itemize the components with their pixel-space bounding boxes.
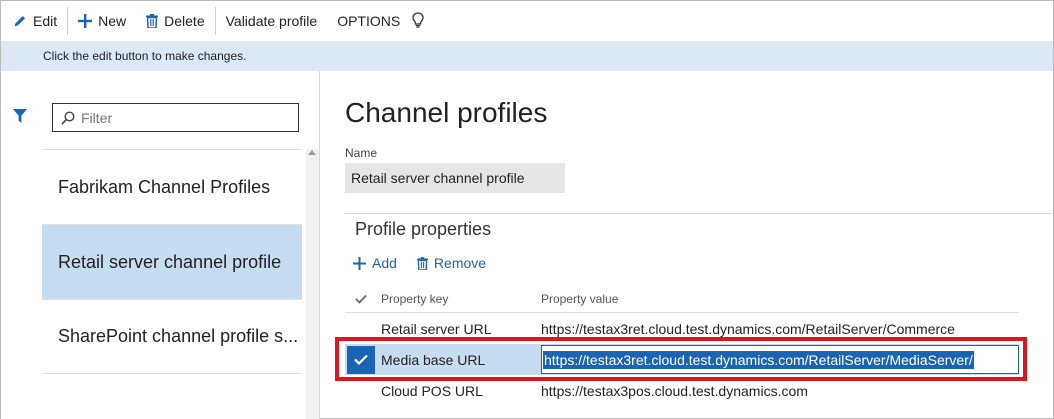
validate-profile-label: Validate profile xyxy=(225,13,318,29)
select-all-check-icon[interactable] xyxy=(345,294,377,304)
grid-header: Property key Property value xyxy=(345,285,1019,313)
action-pane: Edit New Delete Validate profile OPTIONS xyxy=(1,1,1053,41)
property-value-cell[interactable]: https://testax3pos.cloud.test.dynamics.c… xyxy=(541,383,1019,399)
filter-input[interactable] xyxy=(81,109,281,126)
list-item-label: Fabrikam Channel Profiles xyxy=(58,176,271,197)
delete-label: Delete xyxy=(164,13,205,29)
scroll-up-arrow-icon[interactable] xyxy=(308,150,316,155)
property-value-cell[interactable]: https://testax3ret.cloud.test.dynamics.c… xyxy=(541,321,1019,337)
property-key-cell[interactable]: Media base URL xyxy=(377,352,541,368)
delete-button[interactable]: Delete xyxy=(136,1,214,41)
profile-properties-header[interactable]: Profile properties xyxy=(355,219,491,240)
options-tab[interactable]: OPTIONS xyxy=(327,1,410,41)
name-field[interactable]: Retail server channel profile xyxy=(345,163,565,193)
list-item-label: SharePoint channel profile s... xyxy=(58,326,299,346)
options-label: OPTIONS xyxy=(337,13,401,29)
list-scrollbar[interactable] xyxy=(306,149,319,419)
table-row[interactable]: Retail server URL https://testax3ret.clo… xyxy=(345,313,1019,344)
new-button[interactable]: New xyxy=(68,1,136,41)
remove-button[interactable]: Remove xyxy=(416,255,487,271)
validate-profile-button[interactable]: Validate profile xyxy=(216,1,328,41)
filter-field[interactable] xyxy=(52,103,299,132)
grid-toolbar: Add Remove xyxy=(353,255,506,271)
plus-icon xyxy=(353,256,366,270)
page-title: Channel profiles xyxy=(345,97,548,128)
profile-list: Fabrikam Channel Profiles Retail server … xyxy=(42,149,302,374)
pencil-icon xyxy=(13,14,27,28)
property-value-input[interactable]: https://testax3ret.cloud.test.dynamics.c… xyxy=(541,345,1019,374)
list-item-label: Retail server channel profile xyxy=(58,251,282,272)
table-row[interactable]: Cloud POS URL https://testax3pos.cloud.t… xyxy=(345,375,1019,406)
list-item[interactable]: SharePoint channel profile s... xyxy=(42,299,302,374)
list-item[interactable]: Retail server channel profile xyxy=(42,224,302,299)
property-value-text: https://testax3ret.cloud.test.dynamics.c… xyxy=(543,350,974,369)
property-key-cell[interactable]: Cloud POS URL xyxy=(377,383,541,399)
add-button[interactable]: Add xyxy=(353,255,397,271)
list-pane: Fabrikam Channel Profiles Retail server … xyxy=(1,71,320,419)
edit-label: Edit xyxy=(33,13,58,29)
edit-button[interactable]: Edit xyxy=(1,1,67,41)
lightbulb-icon xyxy=(412,11,424,31)
column-header-property-value[interactable]: Property value xyxy=(541,292,1019,306)
table-row[interactable]: Media base URL https://testax3ret.cloud.… xyxy=(345,344,1019,375)
section-divider xyxy=(345,213,1054,214)
column-header-property-key[interactable]: Property key xyxy=(377,292,541,306)
plus-icon xyxy=(78,14,93,28)
properties-grid: Property key Property value Retail serve… xyxy=(345,285,1019,406)
trash-icon xyxy=(146,14,159,28)
add-label: Add xyxy=(372,255,397,271)
name-field-label: Name xyxy=(345,146,378,160)
list-item[interactable]: Fabrikam Channel Profiles xyxy=(42,149,302,224)
row-select-cell[interactable] xyxy=(345,345,377,374)
new-label: New xyxy=(98,13,127,29)
property-key-cell[interactable]: Retail server URL xyxy=(377,321,541,337)
message-bar: Click the edit button to make changes. xyxy=(1,41,1053,71)
tips-button[interactable] xyxy=(410,1,434,41)
funnel-filter-icon[interactable] xyxy=(13,109,29,125)
search-icon xyxy=(61,110,75,125)
remove-label: Remove xyxy=(433,255,487,271)
row-selected-check-icon[interactable] xyxy=(347,345,375,374)
trash-icon xyxy=(416,256,428,270)
